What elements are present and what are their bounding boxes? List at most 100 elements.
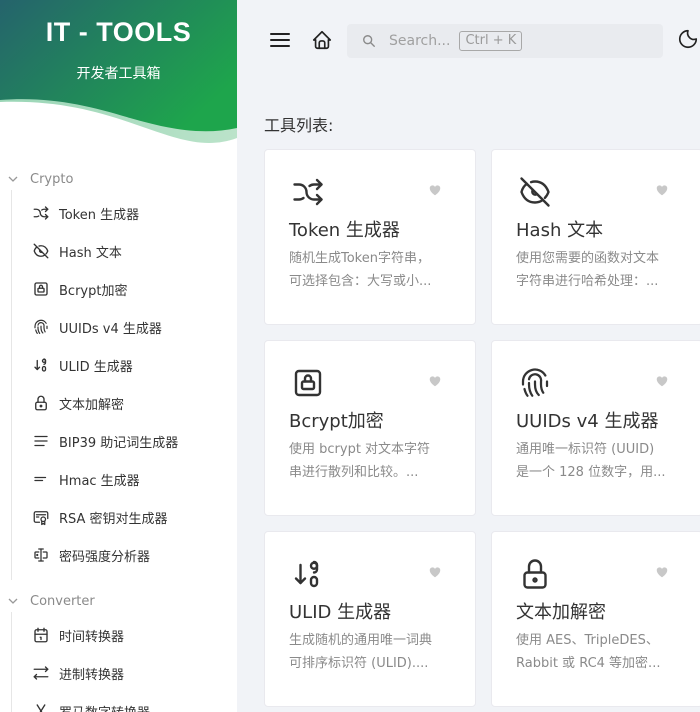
home-icon[interactable] bbox=[311, 29, 333, 51]
sidebar-item-label: 进制转换器 bbox=[59, 667, 125, 683]
calendar-icon bbox=[31, 626, 50, 645]
heart-icon[interactable] bbox=[655, 565, 669, 579]
shuffle-icon bbox=[31, 204, 50, 223]
tool-card-bcrypt[interactable]: Bcrypt加密 使用 bcrypt 对文本字符 串进行散列和比较。... bbox=[264, 340, 476, 516]
brand-subtitle: 开发者工具箱 bbox=[76, 66, 161, 82]
nav-group-converter: Converter 时间转换器 进制转换器 罗马数字转换器 bbox=[0, 590, 237, 712]
sidebar-item-label: 密码强度分析器 bbox=[59, 549, 151, 565]
fingerprint-icon bbox=[31, 318, 50, 337]
sort-numeric-icon bbox=[31, 356, 50, 375]
card-description: 通用唯一标识符 (UUID) 是一个 128 位数字，用... bbox=[516, 438, 684, 484]
lock-square-icon bbox=[290, 365, 326, 401]
group-label: Converter bbox=[30, 593, 95, 609]
sidebar-item-label: 罗马数字转换器 bbox=[59, 702, 150, 712]
group-label: Crypto bbox=[30, 171, 74, 187]
card-description-line: 使用您需要的函数对文本 bbox=[516, 251, 660, 266]
tool-card-hash-text[interactable]: Hash 文本 使用您需要的函数对文本 字符串进行哈希处理：... bbox=[491, 149, 700, 325]
sidebar-item-uuid-generator[interactable]: UUIDs v4 生成器 bbox=[12, 308, 237, 346]
sidebar-item-label: RSA 密钥对生成器 bbox=[59, 511, 168, 527]
card-title: Bcrypt加密 bbox=[289, 411, 384, 432]
chevron-down-icon bbox=[8, 176, 18, 182]
card-description-line: Rabbit 或 RC4 等加密... bbox=[516, 656, 661, 671]
sidebar-item-label: BIP39 助记词生成器 bbox=[59, 435, 179, 451]
eye-off-icon bbox=[31, 242, 50, 261]
card-title: 文本加解密 bbox=[516, 602, 606, 623]
sidebar-item-rsa[interactable]: RSA 密钥对生成器 bbox=[12, 498, 237, 536]
heart-icon[interactable] bbox=[655, 374, 669, 388]
short-text-icon bbox=[31, 470, 50, 489]
section-title: 工具列表: bbox=[264, 116, 334, 135]
tool-card-token-generator[interactable]: Token 生成器 随机生成Token字符串， 可选择包含：大写或小... bbox=[264, 149, 476, 325]
sidebar-item-label: Hmac 生成器 bbox=[59, 473, 140, 489]
card-title: UUIDs v4 生成器 bbox=[516, 411, 659, 432]
password-icon bbox=[31, 546, 50, 565]
sidebar-item-bip39[interactable]: BIP39 助记词生成器 bbox=[12, 422, 237, 460]
sidebar-item-hmac[interactable]: Hmac 生成器 bbox=[12, 460, 237, 498]
card-description-line: 随机生成Token字符串， bbox=[289, 251, 430, 266]
card-description: 使用 AES、TripleDES、 Rabbit 或 RC4 等加密... bbox=[516, 629, 684, 675]
group-items: 时间转换器 进制转换器 罗马数字转换器 bbox=[11, 612, 237, 712]
certificate-icon bbox=[31, 508, 50, 527]
card-description-line: 可选择包含：大写或小... bbox=[289, 274, 432, 289]
sidebar-item-label: Token 生成器 bbox=[59, 207, 140, 223]
sidebar-item-roman-converter[interactable]: 罗马数字转换器 bbox=[12, 692, 237, 712]
lock-icon bbox=[31, 394, 50, 413]
heart-icon[interactable] bbox=[428, 565, 442, 579]
card-title: Token 生成器 bbox=[289, 220, 400, 241]
heart-icon[interactable] bbox=[428, 374, 442, 388]
nav-group-crypto: Crypto Token 生成器 Hash 文本 Bcrypt加密 UUIDs bbox=[0, 168, 237, 580]
card-description: 随机生成Token字符串， 可选择包含：大写或小... bbox=[289, 247, 457, 293]
arrows-left-right-icon bbox=[31, 664, 50, 683]
card-description-line: 是一个 128 位数字，用... bbox=[516, 465, 666, 480]
sidebar-nav: Crypto Token 生成器 Hash 文本 Bcrypt加密 UUIDs bbox=[0, 168, 237, 712]
brand-header[interactable]: IT - TOOLS 开发者工具箱 bbox=[0, 0, 237, 160]
sidebar-item-base-converter[interactable]: 进制转换器 bbox=[12, 654, 237, 692]
moon-icon[interactable] bbox=[677, 28, 699, 50]
sidebar-item-label: 文本加解密 bbox=[59, 397, 125, 413]
card-title: Hash 文本 bbox=[516, 220, 604, 241]
card-title: ULID 生成器 bbox=[289, 602, 392, 623]
card-description: 生成随机的通用唯一词典 可排序标识符 (ULID).... bbox=[289, 629, 457, 675]
card-description-line: 字符串进行哈希处理：... bbox=[516, 274, 659, 289]
heart-icon[interactable] bbox=[655, 183, 669, 197]
search-bar[interactable]: Search... Ctrl + K bbox=[347, 24, 663, 58]
group-items: Token 生成器 Hash 文本 Bcrypt加密 UUIDs v4 生成器 … bbox=[11, 190, 237, 580]
sidebar-item-date-converter[interactable]: 时间转换器 bbox=[12, 616, 237, 654]
sidebar-item-label: Bcrypt加密 bbox=[59, 283, 128, 299]
sidebar-item-label: UUIDs v4 生成器 bbox=[59, 321, 162, 337]
sidebar-item-text-encryption[interactable]: 文本加解密 bbox=[12, 384, 237, 422]
lock-icon bbox=[517, 556, 553, 592]
sidebar-item-ulid-generator[interactable]: ULID 生成器 bbox=[12, 346, 237, 384]
card-description-line: 生成随机的通用唯一词典 bbox=[289, 633, 433, 648]
top-bar: Search... Ctrl + K bbox=[237, 0, 700, 82]
search-placeholder: Search... bbox=[389, 33, 451, 49]
eye-off-icon bbox=[517, 174, 553, 210]
sort-numeric-icon bbox=[290, 556, 326, 592]
lock-square-icon bbox=[31, 280, 50, 299]
sidebar: IT - TOOLS 开发者工具箱 Crypto Token 生成器 Hash … bbox=[0, 0, 237, 712]
shuffle-icon bbox=[290, 174, 326, 210]
brand-title: IT - TOOLS bbox=[45, 17, 192, 47]
fingerprint-icon bbox=[517, 365, 553, 401]
group-header-converter[interactable]: Converter bbox=[0, 590, 237, 612]
sidebar-item-password-strength[interactable]: 密码强度分析器 bbox=[12, 536, 237, 574]
tool-card-uuid-generator[interactable]: UUIDs v4 生成器 通用唯一标识符 (UUID) 是一个 128 位数字，… bbox=[491, 340, 700, 516]
menu-icon[interactable] bbox=[270, 30, 290, 50]
card-description: 使用 bcrypt 对文本字符 串进行散列和比较。... bbox=[289, 438, 457, 484]
tool-card-ulid-generator[interactable]: ULID 生成器 生成随机的通用唯一词典 可排序标识符 (ULID).... bbox=[264, 531, 476, 707]
sidebar-item-label: ULID 生成器 bbox=[59, 359, 133, 375]
sidebar-item-bcrypt[interactable]: Bcrypt加密 bbox=[12, 270, 237, 308]
card-description-line: 使用 bcrypt 对文本字符 bbox=[289, 442, 431, 457]
card-description: 使用您需要的函数对文本 字符串进行哈希处理：... bbox=[516, 247, 684, 293]
sidebar-item-label: Hash 文本 bbox=[59, 245, 122, 261]
tool-card-text-encryption[interactable]: 文本加解密 使用 AES、TripleDES、 Rabbit 或 RC4 等加密… bbox=[491, 531, 700, 707]
card-description-line: 使用 AES、TripleDES、 bbox=[516, 633, 659, 648]
letter-x-icon bbox=[31, 702, 50, 712]
sidebar-item-hash-text[interactable]: Hash 文本 bbox=[12, 232, 237, 270]
search-icon bbox=[363, 35, 375, 47]
group-header-crypto[interactable]: Crypto bbox=[0, 168, 237, 190]
card-description-line: 串进行散列和比较。... bbox=[289, 465, 419, 480]
card-description-line: 通用唯一标识符 (UUID) bbox=[516, 442, 655, 457]
sidebar-item-token-generator[interactable]: Token 生成器 bbox=[12, 194, 237, 232]
heart-icon[interactable] bbox=[428, 183, 442, 197]
